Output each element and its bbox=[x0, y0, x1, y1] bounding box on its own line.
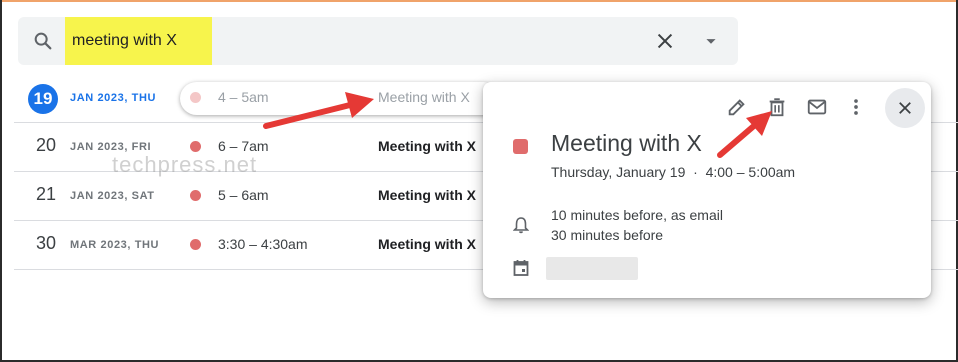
event-day-number[interactable]: 21 bbox=[36, 184, 56, 205]
event-date-meta: JAN 2023, THU bbox=[70, 92, 157, 104]
event-title[interactable]: Meeting with X bbox=[378, 236, 476, 252]
event-color-square bbox=[513, 139, 528, 154]
event-color-dot bbox=[190, 239, 201, 250]
event-time: 5 – 6am bbox=[218, 187, 269, 203]
event-date-meta: JAN 2023, SAT bbox=[70, 190, 155, 202]
event-title[interactable]: Meeting with X bbox=[378, 138, 476, 154]
event-detail-popup: Meeting with X Thursday, January 19 · 4:… bbox=[483, 82, 931, 298]
search-bar[interactable] bbox=[18, 17, 738, 65]
event-day-number[interactable]: 20 bbox=[36, 135, 56, 156]
notification-item: 10 minutes before, as email bbox=[551, 207, 723, 223]
event-color-dot bbox=[190, 141, 201, 152]
close-popup-button[interactable] bbox=[885, 88, 925, 128]
search-input[interactable] bbox=[72, 17, 632, 65]
event-time: 3:30 – 4:30am bbox=[218, 236, 308, 252]
close-icon bbox=[899, 102, 911, 114]
watermark: techpress.net bbox=[112, 152, 258, 177]
edit-icon[interactable] bbox=[726, 96, 748, 118]
notification-item: 30 minutes before bbox=[551, 227, 664, 243]
chevron-down-icon[interactable] bbox=[700, 30, 722, 52]
event-date-time: Thursday, January 19 · 4:00 – 5:00am bbox=[551, 164, 796, 180]
close-icon[interactable] bbox=[654, 30, 676, 52]
event-title[interactable]: Meeting with X bbox=[378, 89, 470, 105]
event-time: 4 – 5am bbox=[218, 89, 269, 105]
today-date-badge[interactable]: 19 bbox=[28, 84, 58, 114]
more-vert-icon[interactable] bbox=[845, 96, 867, 118]
delete-icon[interactable] bbox=[766, 96, 788, 118]
event-title: Meeting with X bbox=[551, 130, 702, 156]
event-color-dot bbox=[190, 190, 201, 201]
bell-icon bbox=[513, 217, 529, 234]
event-date-meta: MAR 2023, THU bbox=[70, 239, 160, 251]
search-icon[interactable] bbox=[32, 30, 54, 52]
calendar-icon bbox=[513, 260, 529, 276]
calendar-name-redacted bbox=[546, 257, 638, 280]
event-title[interactable]: Meeting with X bbox=[378, 187, 476, 203]
event-day-number[interactable]: 30 bbox=[36, 233, 56, 254]
email-icon[interactable] bbox=[806, 96, 828, 118]
event-color-dot bbox=[190, 92, 201, 103]
